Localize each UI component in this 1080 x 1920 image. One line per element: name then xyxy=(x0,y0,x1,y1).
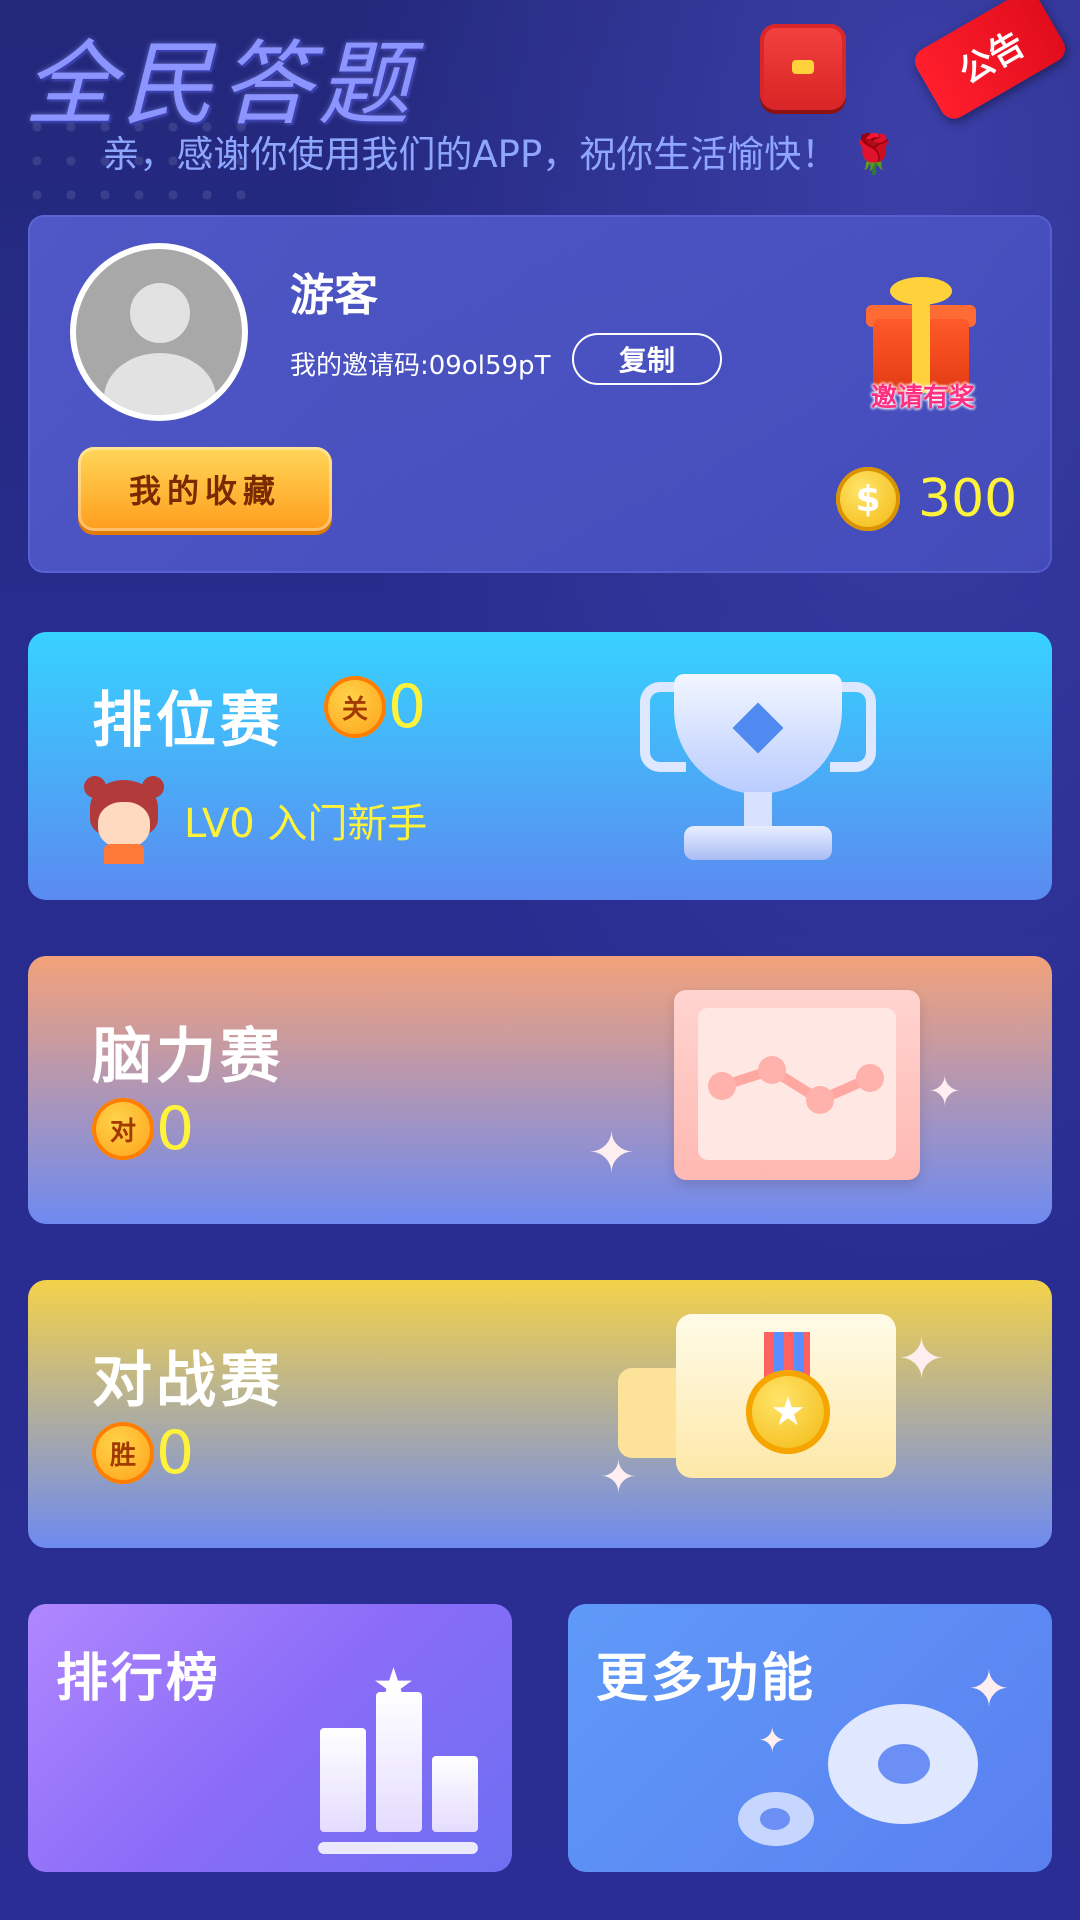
brain-match-card[interactable]: 脑力赛 对 0 ✦ ✦ xyxy=(28,956,1052,1224)
sparkle-icon: ✦ xyxy=(758,1721,787,1761)
trophy-icon xyxy=(628,662,888,882)
notice-button[interactable]: 公告 xyxy=(909,0,1071,124)
ranked-match-title: 排位赛 xyxy=(92,686,284,756)
username: 游客 xyxy=(290,270,378,321)
copy-label: 复制 xyxy=(618,344,675,377)
invite-code: 我的邀请码:09ol59pT xyxy=(290,351,551,381)
brain-count: 0 xyxy=(156,1094,195,1164)
gear-icon xyxy=(738,1704,988,1846)
battle-match-title: 对战赛 xyxy=(92,1346,284,1416)
level-text: LV0 入门新手 xyxy=(184,801,428,847)
copy-button[interactable]: 复制 xyxy=(572,333,722,385)
rose-icon: 🌹 xyxy=(850,132,898,176)
player-level: LV0 入门新手 xyxy=(80,776,427,864)
avatar[interactable] xyxy=(70,243,248,421)
character-avatar-icon xyxy=(80,776,168,864)
invite-reward-button[interactable]: 邀请有奖 xyxy=(848,277,998,427)
win-badge-icon: 胜 xyxy=(92,1422,154,1484)
coin-count: 300 xyxy=(918,469,1018,529)
greeting-banner: 亲，感谢你使用我们的APP，祝你生活愉快！ 🌹 xyxy=(0,124,1000,178)
sparkle-icon: ✦ xyxy=(600,1452,637,1503)
leaderboard-tile[interactable]: 排行榜 ★ xyxy=(28,1604,512,1872)
notice-label: 公告 xyxy=(952,23,1032,93)
correct-badge-icon: 对 xyxy=(92,1098,154,1160)
greeting-text: 亲，感谢你使用我们的APP，祝你生活愉快！ xyxy=(102,133,839,176)
more-functions-tile[interactable]: 更多功能 ✦ ✦ xyxy=(568,1604,1052,1872)
ranked-match-card[interactable]: 排位赛 关 0 LV0 入门新手 xyxy=(28,632,1052,900)
more-functions-title: 更多功能 xyxy=(596,1649,817,1709)
ranked-count: 0 xyxy=(388,672,427,742)
favorites-label: 我的收藏 xyxy=(128,472,281,510)
invite-reward-label: 邀请有奖 xyxy=(870,383,975,413)
battle-match-card[interactable]: 对战赛 胜 0 ★ ✦ ✦ xyxy=(28,1280,1052,1548)
coin-icon: $ xyxy=(836,467,900,531)
red-packet-icon[interactable] xyxy=(760,24,846,110)
brain-match-title: 脑力赛 xyxy=(92,1022,284,1092)
favorites-button[interactable]: 我的收藏 xyxy=(78,447,332,531)
profile-card: 游客 我的邀请码:09ol59pT 复制 我的收藏 邀请有奖 $ 300 xyxy=(28,215,1052,573)
leaderboard-icon: ★ xyxy=(308,1658,488,1854)
sparkle-icon: ✦ xyxy=(968,1660,1010,1718)
level-badge-icon: 关 xyxy=(324,676,386,738)
sparkle-icon: ✦ xyxy=(588,1121,635,1186)
sparkle-icon: ✦ xyxy=(898,1327,945,1392)
chart-icon xyxy=(674,990,920,1180)
sparkle-icon: ✦ xyxy=(928,1069,962,1115)
leaderboard-title: 排行榜 xyxy=(56,1649,222,1709)
battle-count: 0 xyxy=(156,1418,195,1488)
